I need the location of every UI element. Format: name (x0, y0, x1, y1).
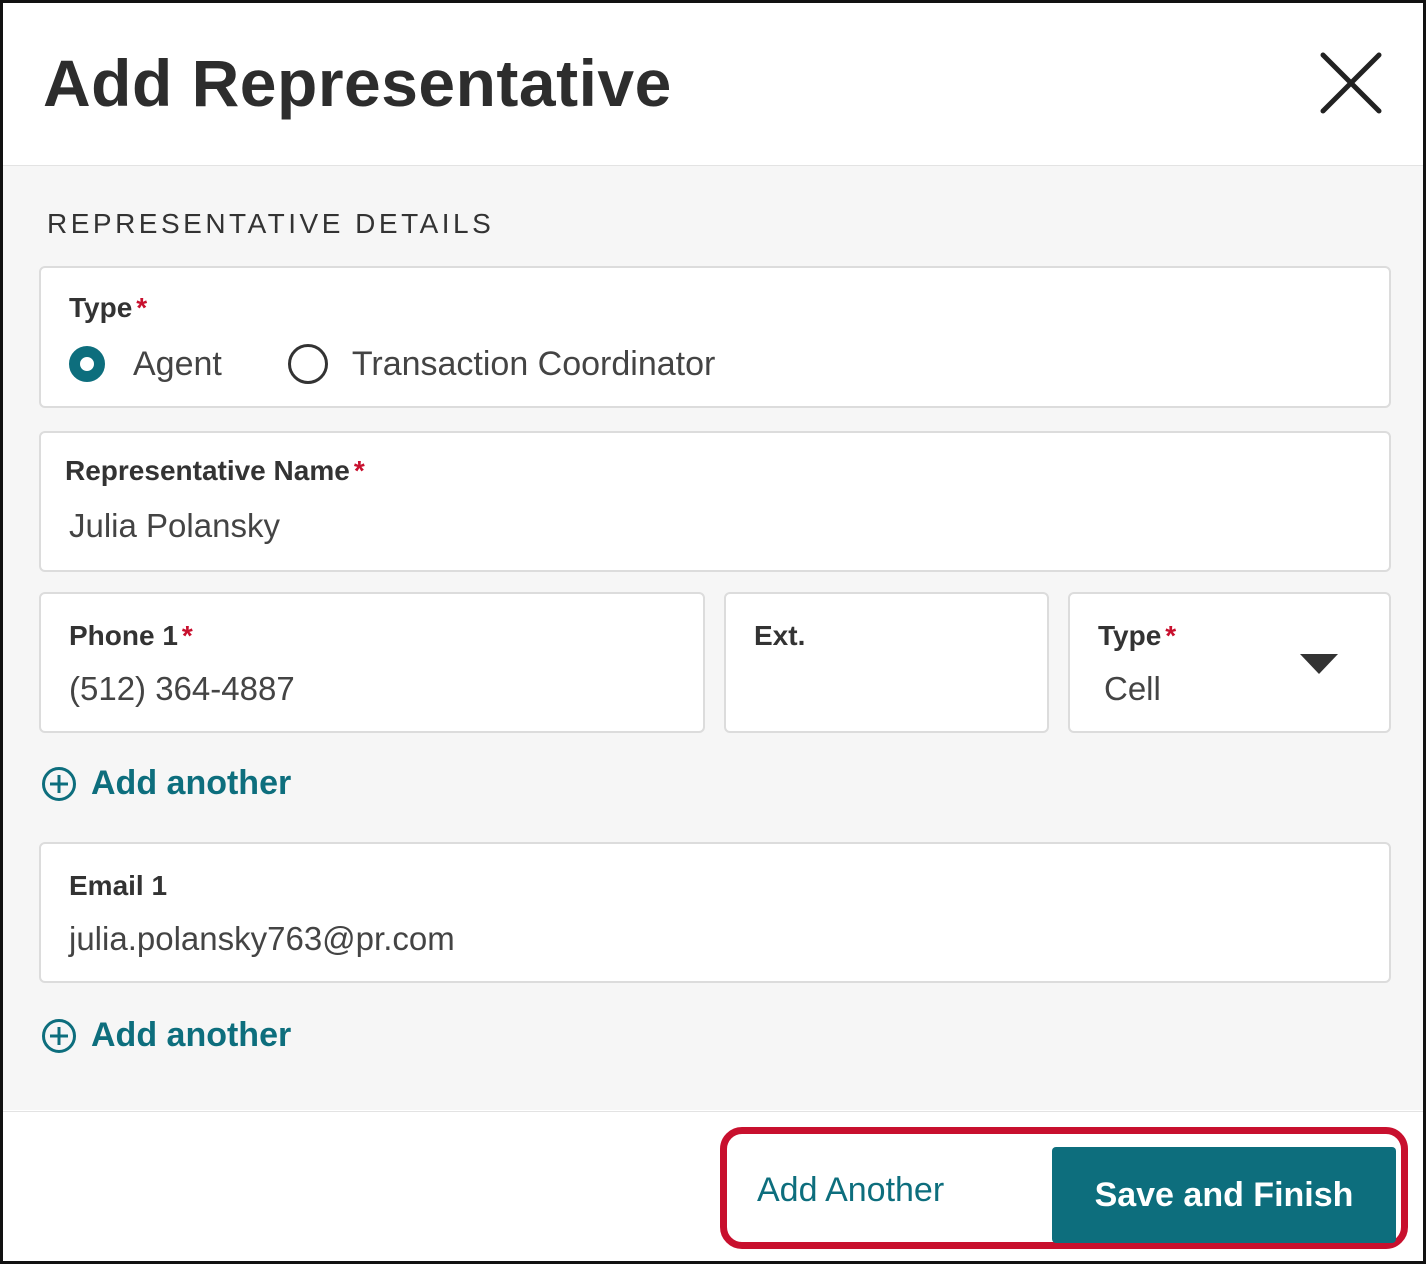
required-mark: * (353, 455, 365, 486)
required-mark: * (181, 620, 193, 651)
plus-circle-icon (42, 766, 76, 801)
ext-label: Ext. (754, 620, 806, 651)
dialog-header: Add Representative (3, 3, 1423, 166)
radio-agent[interactable]: Agent (69, 345, 222, 384)
required-mark: * (136, 292, 148, 323)
representative-name-field[interactable]: Representative Name * Julia Polansky (39, 431, 1391, 572)
add-another-phone-link[interactable]: Add another (41, 764, 291, 803)
add-another-email-link[interactable]: Add another (41, 1016, 291, 1055)
phone-1-field[interactable]: Phone 1 * (512) 364-4887 (39, 592, 705, 733)
add-another-phone-label: Add another (91, 764, 292, 802)
caret-down-icon[interactable] (1300, 654, 1338, 674)
email-1-value[interactable]: julia.polansky763@pr.com (69, 920, 455, 958)
add-representative-dialog: Add Representative REPRESENTATIVE DETAIL… (0, 0, 1426, 1264)
email-1-field[interactable]: Email 1 julia.polansky763@pr.com (39, 842, 1391, 983)
close-icon (1320, 52, 1382, 114)
radio-selected-icon (69, 346, 105, 382)
action-buttons-highlight: Add Another Save and Finish (720, 1127, 1408, 1249)
ext-field[interactable]: Ext. (724, 592, 1049, 733)
representative-name-value[interactable]: Julia Polansky (69, 507, 280, 545)
radio-unselected-icon (287, 344, 328, 384)
required-mark: * (1165, 620, 1177, 651)
section-label: REPRESENTATIVE DETAILS (47, 208, 495, 239)
phone-type-value: Cell (1104, 670, 1161, 707)
type-field: Type * Agent Transaction Coordinator (39, 266, 1391, 408)
dialog-title: Add Representative (43, 46, 672, 120)
dialog-footer: Add Another Save and Finish (3, 1111, 1423, 1261)
phone-type-dropdown[interactable]: Type * Cell (1068, 592, 1391, 733)
close-button[interactable] (1315, 47, 1387, 119)
email-1-label: Email 1 (69, 870, 168, 901)
type-radio-group: Agent Transaction Coordinator (69, 342, 715, 386)
radio-transaction-coordinator-label: Transaction Coordinator (351, 344, 716, 383)
type-label: Type * (69, 292, 148, 323)
radio-agent-label: Agent (133, 344, 222, 383)
representative-name-label: Representative Name * (65, 455, 365, 486)
add-another-email-label: Add another (91, 1016, 292, 1054)
add-another-button[interactable]: Add Another (757, 1158, 1017, 1222)
plus-circle-icon (42, 1018, 76, 1053)
phone-1-value[interactable]: (512) 364-4887 (69, 670, 295, 708)
dialog-body: REPRESENTATIVE DETAILS Type * Agent Trans… (3, 166, 1423, 1110)
phone-1-label: Phone 1 * (69, 620, 193, 651)
radio-transaction-coordinator[interactable]: Transaction Coordinator (287, 344, 716, 384)
phone-type-label: Type * (1098, 620, 1177, 651)
save-and-finish-button[interactable]: Save and Finish (1052, 1147, 1396, 1243)
